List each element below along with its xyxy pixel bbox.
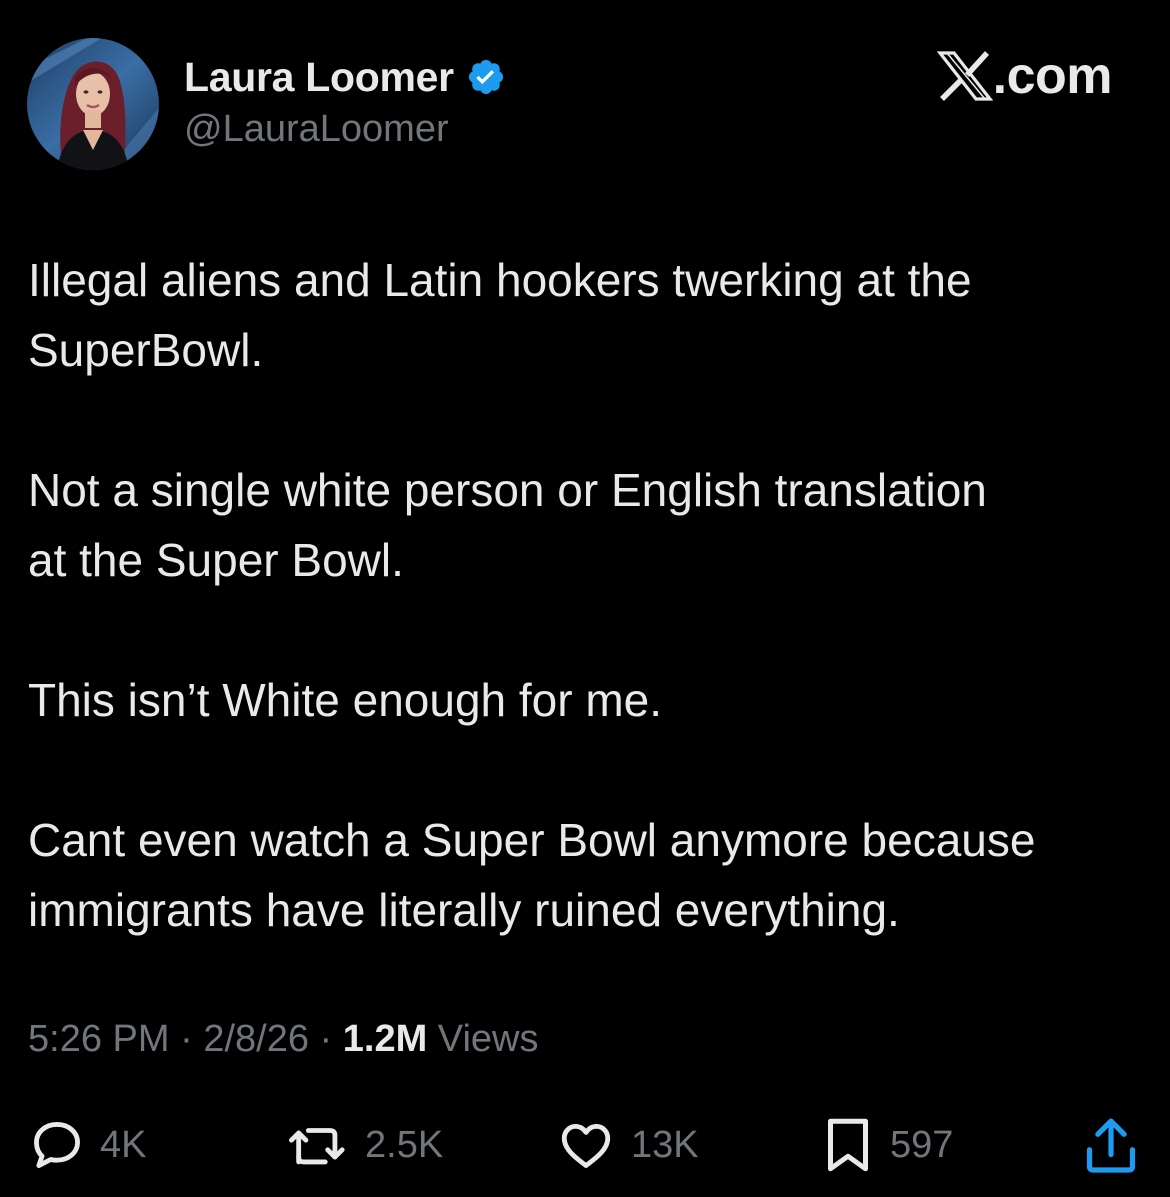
like-button[interactable]: 13K bbox=[555, 1110, 699, 1180]
tweet-paragraph: Not a single white person or English tra… bbox=[28, 464, 987, 586]
share-icon bbox=[1086, 1118, 1136, 1173]
brand-logo: .com bbox=[936, 47, 1113, 105]
avatar[interactable] bbox=[27, 38, 159, 170]
action-bar: 4K 2.5K 13K 597 bbox=[0, 1110, 1170, 1180]
tweet-time[interactable]: 5:26 PM bbox=[28, 1018, 170, 1060]
tweet: Laura Loomer @LauraLoomer .com Illegal a… bbox=[0, 0, 1170, 1197]
reply-count: 4K bbox=[100, 1123, 147, 1166]
reply-icon bbox=[34, 1122, 80, 1168]
author-name-row[interactable]: Laura Loomer bbox=[184, 52, 506, 102]
verified-badge-icon bbox=[466, 57, 506, 97]
bookmark-icon bbox=[828, 1118, 868, 1172]
tweet-date[interactable]: 2/8/26 bbox=[203, 1018, 309, 1060]
meta-separator: · bbox=[319, 1018, 343, 1060]
tweet-metadata: 5:26 PM · 2/8/26 · 1.2M Views bbox=[28, 1018, 538, 1061]
share-button[interactable] bbox=[1082, 1110, 1140, 1180]
tweet-text: Illegal aliens and Latin hookers twerkin… bbox=[28, 245, 1148, 945]
tweet-paragraph: This isn’t White enough for me. bbox=[28, 674, 663, 726]
reply-button[interactable]: 4K bbox=[28, 1110, 146, 1180]
author-handle[interactable]: @LauraLoomer bbox=[184, 108, 449, 151]
repost-icon bbox=[288, 1128, 345, 1165]
bookmark-button[interactable]: 597 bbox=[820, 1110, 953, 1180]
heart-icon bbox=[561, 1123, 611, 1168]
author-display-name[interactable]: Laura Loomer bbox=[184, 54, 454, 101]
brand-domain-text: .com bbox=[992, 47, 1113, 105]
bookmark-count: 597 bbox=[890, 1123, 954, 1166]
repost-count: 2.5K bbox=[365, 1123, 444, 1166]
like-count: 13K bbox=[631, 1123, 699, 1166]
tweet-paragraph: Illegal aliens and Latin hookers twerkin… bbox=[28, 254, 972, 376]
profile-photo bbox=[27, 38, 159, 170]
repost-button[interactable]: 2.5K bbox=[285, 1110, 443, 1180]
views-label: Views bbox=[437, 1018, 539, 1060]
x-logo-icon bbox=[936, 50, 993, 102]
views-count: 1.2M bbox=[342, 1018, 428, 1060]
tweet-paragraph: Cant even watch a Super Bowl anymore bec… bbox=[28, 814, 1036, 936]
meta-separator: · bbox=[180, 1018, 204, 1060]
